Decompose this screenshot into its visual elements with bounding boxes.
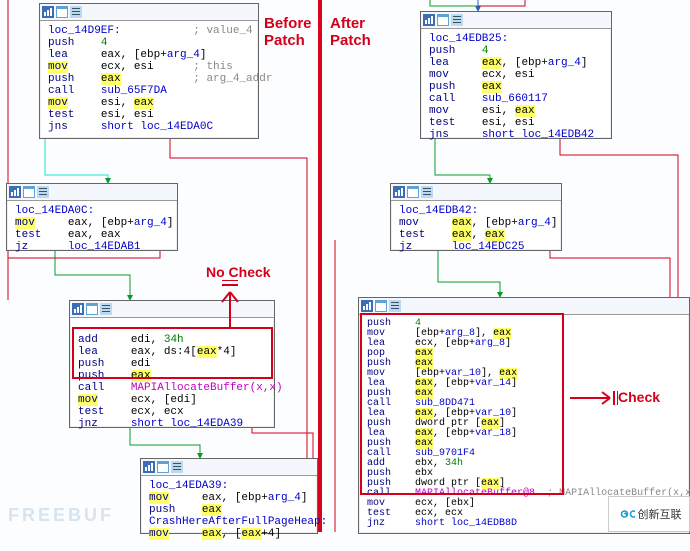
code-block: loc_14EDA0C: mov eax, [ebp+arg_4] test e…	[7, 201, 177, 259]
logo-text: 创新互联	[638, 506, 682, 522]
watermark: FREEBUF	[8, 505, 114, 526]
window-icon	[375, 300, 387, 312]
code-block: loc_14EDB25: push 4 lea eax, [ebp+arg_4]…	[421, 29, 611, 147]
cfg-node-14EDB25: loc_14EDB25: push 4 lea eax, [ebp+arg_4]…	[420, 11, 612, 139]
infinity-icon	[617, 505, 635, 523]
code-block: loc_14D9EF: ; value_4 push 4 lea eax, [e…	[40, 21, 258, 139]
corner-logo: 创新互联	[608, 496, 690, 532]
cfg-node-14EDA39: loc_14EDA39: mov eax, [ebp+arg_4] push e…	[140, 458, 318, 534]
diagram-stage: BeforePatch AfterPatch loc_14D	[0, 0, 690, 532]
node-titlebar	[40, 4, 258, 21]
cfg-node-14EDB42: loc_14EDB42: mov eax, [ebp+arg_4] test e…	[390, 183, 562, 251]
node-titlebar	[421, 12, 611, 29]
no-check-label: No Check	[206, 264, 271, 280]
doc-icon	[37, 186, 49, 198]
chart-icon	[72, 303, 84, 315]
cfg-node-14D9EF: loc_14D9EF: ; value_4 push 4 lea eax, [e…	[39, 3, 259, 139]
code-block: loc_14EDA39: mov eax, [ebp+arg_4] push e…	[141, 476, 317, 546]
doc-icon	[421, 186, 433, 198]
doc-icon	[100, 303, 112, 315]
window-icon	[437, 14, 449, 26]
after-patch-label: AfterPatch	[330, 16, 371, 49]
check-label: Check	[618, 389, 660, 405]
doc-icon	[451, 14, 463, 26]
before-patch-label: BeforePatch	[264, 16, 312, 49]
window-icon	[23, 186, 35, 198]
chart-icon	[42, 6, 54, 18]
window-icon	[407, 186, 419, 198]
chart-icon	[9, 186, 21, 198]
doc-icon	[171, 461, 183, 473]
window-icon	[157, 461, 169, 473]
vertical-divider	[318, 0, 322, 532]
node-titlebar	[359, 298, 689, 315]
chart-icon	[361, 300, 373, 312]
node-titlebar	[391, 184, 561, 201]
node-titlebar	[7, 184, 177, 201]
doc-icon	[389, 300, 401, 312]
code-block: loc_14EDB42: mov eax, [ebp+arg_4] test e…	[391, 201, 561, 259]
cfg-node-alloc-before: add edi, 34h lea eax, ds:4[eax*4] push e…	[69, 300, 275, 428]
chart-icon	[393, 186, 405, 198]
cfg-node-14EDA0C: loc_14EDA0C: mov eax, [ebp+arg_4] test e…	[6, 183, 178, 251]
node-titlebar	[70, 301, 274, 318]
window-icon	[56, 6, 68, 18]
chart-icon	[143, 461, 155, 473]
code-block: add edi, 34h lea eax, ds:4[eax*4] push e…	[70, 318, 274, 436]
node-titlebar	[141, 459, 317, 476]
window-icon	[86, 303, 98, 315]
doc-icon	[70, 6, 82, 18]
chart-icon	[423, 14, 435, 26]
